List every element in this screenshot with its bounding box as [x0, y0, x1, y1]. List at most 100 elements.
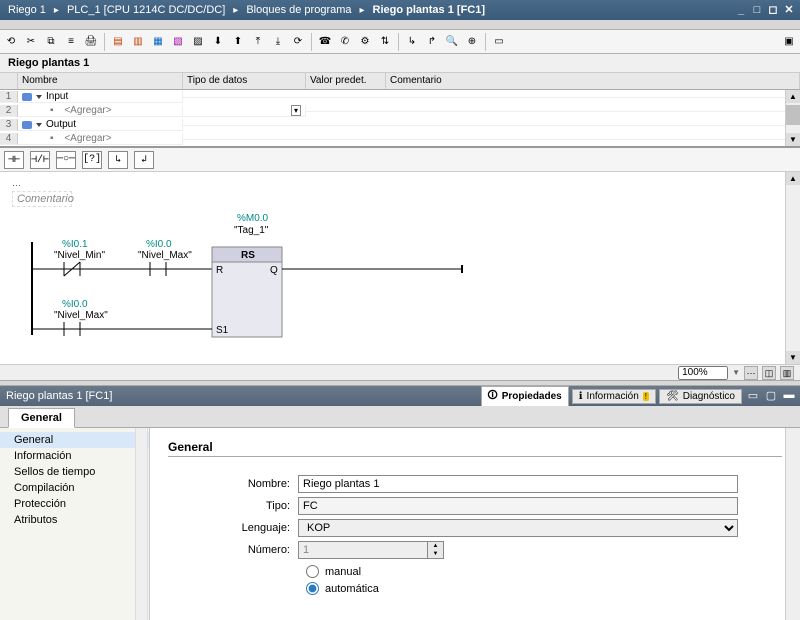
branch-open-button[interactable]: ↳: [108, 151, 128, 169]
scroll-down-icon[interactable]: ▼: [786, 351, 800, 364]
iface-row-add[interactable]: 4 ▪ <Agregar>: [0, 132, 800, 146]
tool-icon[interactable]: ⊕: [463, 33, 481, 51]
tool-icon[interactable]: ▤: [109, 33, 127, 51]
expand-icon[interactable]: [36, 95, 42, 99]
tool-icon[interactable]: ⚙: [356, 33, 374, 51]
iface-row-output[interactable]: 3 Output: [0, 118, 800, 132]
breadcrumb-item[interactable]: Riego 1: [4, 4, 50, 16]
hscrollbar[interactable]: [0, 366, 678, 380]
radio-automatica[interactable]: automática: [306, 580, 782, 597]
nav-scrollbar[interactable]: [135, 428, 148, 620]
nav-sellos[interactable]: Sellos de tiempo: [0, 464, 149, 480]
tool-icon[interactable]: ⇅: [376, 33, 394, 51]
tab-properties[interactable]: 🛈Propiedades: [481, 386, 569, 407]
scroll-thumb[interactable]: [786, 105, 800, 125]
tool-icon[interactable]: ⟲: [2, 33, 20, 51]
branch-close-button[interactable]: ↲: [134, 151, 154, 169]
form-scrollbar[interactable]: [785, 428, 800, 620]
nav-informacion[interactable]: Información: [0, 448, 149, 464]
interface-table: Nombre Tipo de datos Valor predet. Comen…: [0, 73, 800, 148]
svg-text:"Tag_1": "Tag_1": [234, 225, 269, 236]
inspector-title: Riego plantas 1 [FC1]: [4, 390, 478, 402]
breadcrumb-item[interactable]: Bloques de programa: [242, 4, 355, 16]
svg-text:RS: RS: [241, 250, 255, 261]
coil-button[interactable]: ─○─: [56, 151, 76, 169]
input-nombre[interactable]: [298, 475, 738, 493]
tool-icon[interactable]: 🔍: [443, 33, 461, 51]
tool-icon[interactable]: ↱: [423, 33, 441, 51]
nav-general[interactable]: General: [0, 432, 149, 448]
restore-icon[interactable]: □: [750, 3, 764, 17]
canvas-scrollbar[interactable]: ▲ ▼: [785, 172, 800, 364]
col-tipo[interactable]: Tipo de datos: [183, 73, 306, 89]
tool-icon[interactable]: ▧: [169, 33, 187, 51]
tool-icon[interactable]: 🖨: [82, 33, 100, 51]
tab-diagnostics[interactable]: 🛠Diagnóstico: [659, 389, 742, 404]
scroll-up-icon[interactable]: ▲: [786, 172, 800, 185]
scroll-down-icon[interactable]: ▼: [786, 133, 800, 146]
tool-icon[interactable]: ▨: [189, 33, 207, 51]
svg-text:%I0.1: %I0.1: [62, 239, 88, 250]
window-grip[interactable]: [0, 20, 800, 30]
nav-atributos[interactable]: Atributos: [0, 512, 149, 528]
zoom-input[interactable]: [678, 366, 728, 380]
radio-manual[interactable]: manual: [306, 563, 782, 580]
tool-icon[interactable]: ▥: [129, 33, 147, 51]
tool-icon[interactable]: ⬆: [229, 33, 247, 51]
panel-toggle-icon[interactable]: ▣: [780, 33, 798, 51]
tool-icon[interactable]: ⬇: [209, 33, 227, 51]
tool-icon[interactable]: ✂: [22, 33, 40, 51]
box-button[interactable]: [?]: [82, 151, 102, 169]
tool-icon[interactable]: ▥: [780, 366, 794, 380]
ladder-canvas[interactable]: ⋯ Comentario %I0.1 "Nivel_Min" %I0.0 "Ni…: [0, 172, 800, 364]
tool-icon[interactable]: ▦: [149, 33, 167, 51]
breadcrumb-item[interactable]: PLC_1 [CPU 1214C DC/DC/DC]: [63, 4, 229, 16]
iface-row-input[interactable]: 1 Input: [0, 90, 800, 104]
info-icon: ℹ: [579, 391, 583, 402]
tab-info[interactable]: ℹInformación!: [572, 389, 656, 404]
collapse-icon[interactable]: ▭: [746, 389, 760, 403]
section-icon: [22, 93, 32, 101]
form-heading: General: [168, 440, 782, 457]
maximize-icon[interactable]: ◻: [766, 3, 780, 17]
number-spinner: ▲▼: [428, 541, 444, 559]
tool-icon[interactable]: ≡: [62, 33, 80, 51]
editor-toolbar: ⟲ ✂ ⧉ ≡ 🖨 ▤ ▥ ▦ ▧ ▨ ⬇ ⬆ ⤒ ⤓ ⟳ ☎ ✆ ⚙ ⇅ ↳ …: [0, 30, 800, 54]
tool-icon[interactable]: ⟳: [289, 33, 307, 51]
tool-icon[interactable]: ✆: [336, 33, 354, 51]
ladder-network[interactable]: %I0.1 "Nivel_Min" %I0.0 "Nivel_Max" %M0.…: [12, 207, 772, 352]
label-lenguaje: Lenguaje:: [168, 522, 298, 534]
network-comment[interactable]: Comentario: [12, 191, 72, 207]
canvas-hscroll: ▼ ⋯ ◫ ▥: [0, 364, 800, 380]
minimize-icon[interactable]: _: [734, 3, 748, 17]
tool-icon[interactable]: ↳: [403, 33, 421, 51]
tool-icon[interactable]: ⤒: [249, 33, 267, 51]
tool-icon[interactable]: ⋯: [744, 366, 758, 380]
col-coment[interactable]: Comentario: [386, 73, 800, 89]
tool-icon[interactable]: ◫: [762, 366, 776, 380]
expand-icon[interactable]: [36, 123, 42, 127]
tool-icon[interactable]: ⤓: [269, 33, 287, 51]
col-valor[interactable]: Valor predet.: [306, 73, 386, 89]
svg-text:"Nivel_Min": "Nivel_Min": [54, 250, 105, 261]
contact-no-button[interactable]: ⊣⊢: [4, 151, 24, 169]
close-icon[interactable]: ✕: [782, 3, 796, 17]
contact-nc-button[interactable]: ⊣/⊢: [30, 151, 50, 169]
scroll-up-icon[interactable]: ▲: [786, 90, 800, 103]
iface-scrollbar[interactable]: ▲ ▼: [785, 90, 800, 146]
expand-icon[interactable]: ▢: [764, 389, 778, 403]
select-lenguaje[interactable]: KOP: [298, 519, 738, 537]
dropdown-icon[interactable]: ▾: [291, 105, 301, 116]
breadcrumb-item[interactable]: Riego plantas 1 [FC1]: [369, 4, 489, 16]
tab-general[interactable]: General: [8, 408, 75, 428]
col-nombre[interactable]: Nombre: [18, 73, 183, 89]
dropdown-icon[interactable]: ▼: [732, 368, 740, 377]
nav-proteccion[interactable]: Protección: [0, 496, 149, 512]
nav-compilacion[interactable]: Compilación: [0, 480, 149, 496]
tool-icon[interactable]: ☎: [316, 33, 334, 51]
tool-icon[interactable]: ⧉: [42, 33, 60, 51]
iface-row-add[interactable]: 2 ▪ <Agregar> ▾: [0, 104, 800, 118]
chevron-right-icon: ▸: [229, 5, 242, 16]
tool-icon[interactable]: ▭: [490, 33, 508, 51]
close-icon[interactable]: ▬: [782, 389, 796, 403]
